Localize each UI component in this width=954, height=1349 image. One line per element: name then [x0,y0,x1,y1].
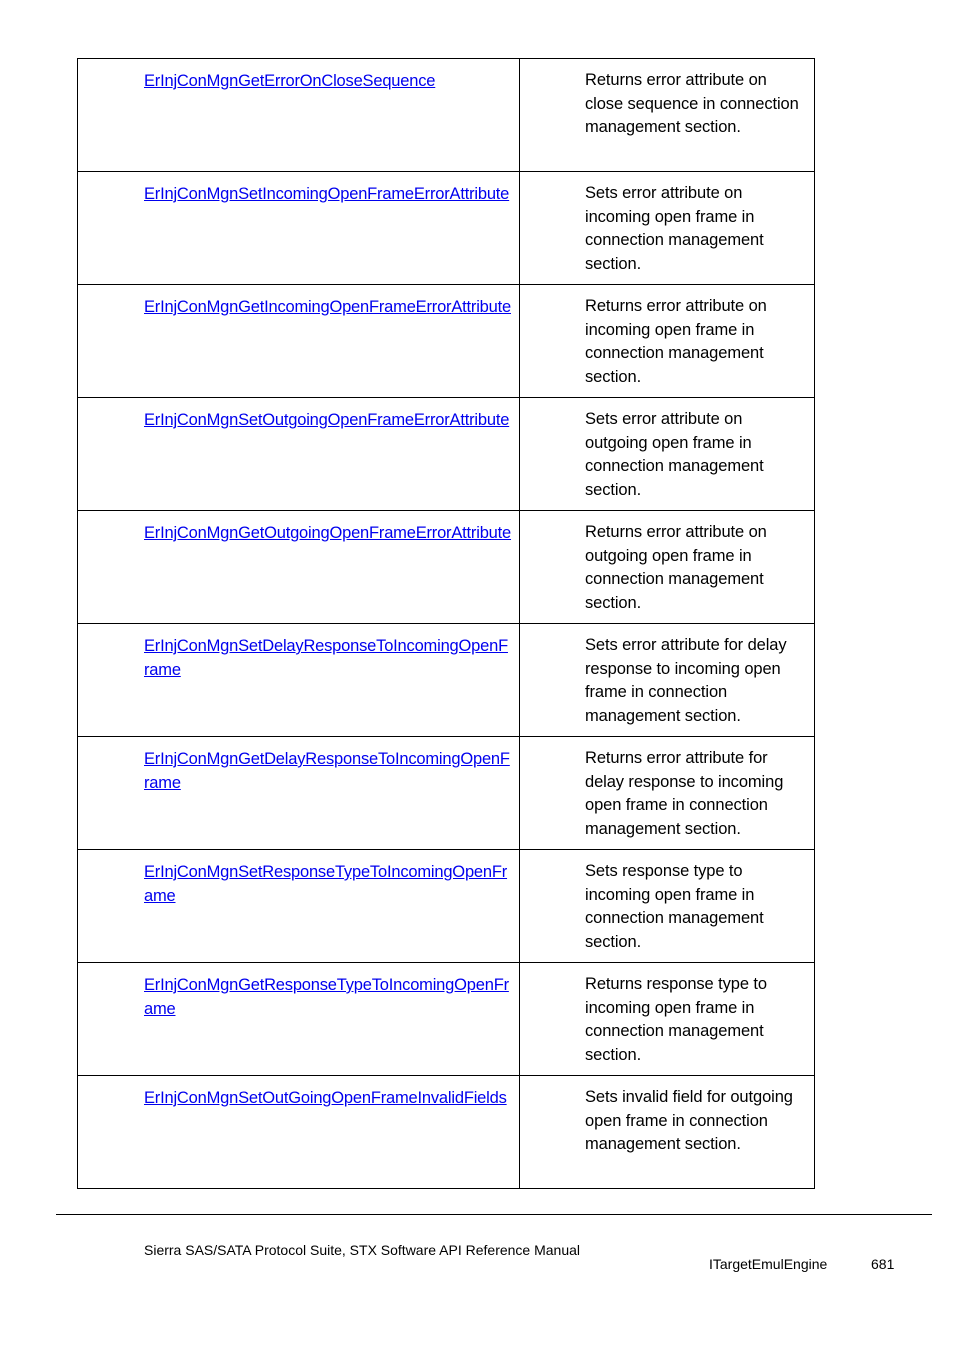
table-row: ErInjConMgnGetIncomingOpenFrameErrorAttr… [77,284,815,398]
footer-page-number: 681 [871,1256,895,1272]
function-cell: ErInjConMgnGetOutgoingOpenFrameErrorAttr… [77,510,520,624]
description-cell: Sets error attribute for delay response … [519,623,815,737]
table-row: ErInjConMgnSetOutgoingOpenFrameErrorAttr… [77,397,815,511]
table-row: ErInjConMgnGetErrorOnCloseSequence Return… [77,58,815,172]
description-cell: Returns error attribute on incoming open… [519,284,815,398]
footer-divider [56,1214,932,1215]
description-cell: Returns error attribute on close sequenc… [519,58,815,172]
function-link[interactable]: ErInjConMgnGetErrorOnCloseSequence [144,69,511,93]
function-description: Returns error attribute on outgoing open… [585,523,767,612]
table-row: ErInjConMgnGetDelayResponseToIncomingOpe… [77,736,815,850]
function-link[interactable]: ErInjConMgnSetIncomingOpenFrameErrorAttr… [144,182,511,206]
function-cell: ErInjConMgnGetDelayResponseToIncomingOpe… [77,736,520,850]
function-description: Returns response type to incoming open f… [585,975,767,1064]
table-row: ErInjConMgnSetResponseTypeToIncomingOpen… [77,849,815,963]
function-cell: ErInjConMgnSetOutGoingOpenFrameInvalidFi… [77,1075,520,1189]
function-link[interactable]: ErInjConMgnGetDelayResponseToIncomingOpe… [144,747,511,795]
function-link[interactable]: ErInjConMgnSetOutgoingOpenFrameErrorAttr… [144,408,511,432]
function-cell: ErInjConMgnSetDelayResponseToIncomingOpe… [77,623,520,737]
table-row: ErInjConMgnGetOutgoingOpenFrameErrorAttr… [77,510,815,624]
table-row: ErInjConMgnSetOutGoingOpenFrameInvalidFi… [77,1075,815,1189]
table-row: ErInjConMgnSetIncomingOpenFrameErrorAttr… [77,171,815,285]
api-function-table: ErInjConMgnGetErrorOnCloseSequence Return… [77,58,815,1189]
table-row: ErInjConMgnGetResponseTypeToIncomingOpen… [77,962,815,1076]
function-link[interactable]: ErInjConMgnSetResponseTypeToIncomingOpen… [144,860,511,908]
description-cell: Sets error attribute on incoming open fr… [519,171,815,285]
description-cell: Sets invalid field for outgoing open fra… [519,1075,815,1189]
function-description: Sets invalid field for outgoing open fra… [585,1088,793,1153]
function-cell: ErInjConMgnSetIncomingOpenFrameErrorAttr… [77,171,520,285]
function-cell: ErInjConMgnSetResponseTypeToIncomingOpen… [77,849,520,963]
function-description: Sets error attribute on incoming open fr… [585,184,764,273]
function-description: Sets response type to incoming open fram… [585,862,764,951]
footer-section-name: ITargetEmulEngine [709,1256,828,1272]
function-description: Sets error attribute on outgoing open fr… [585,410,764,499]
function-description: Returns error attribute for delay respon… [585,749,784,838]
function-link[interactable]: ErInjConMgnGetIncomingOpenFrameErrorAttr… [144,295,511,319]
function-description: Sets error attribute for delay response … [585,636,787,725]
footer-manual-title: Sierra SAS/SATA Protocol Suite, STX Soft… [144,1242,581,1258]
description-cell: Returns error attribute for delay respon… [519,736,815,850]
function-cell: ErInjConMgnGetResponseTypeToIncomingOpen… [77,962,520,1076]
function-link[interactable]: ErInjConMgnGetResponseTypeToIncomingOpen… [144,973,511,1021]
function-cell: ErInjConMgnSetOutgoingOpenFrameErrorAttr… [77,397,520,511]
function-description: Returns error attribute on close sequenc… [585,71,799,136]
description-cell: Sets error attribute on outgoing open fr… [519,397,815,511]
function-link[interactable]: ErInjConMgnSetOutGoingOpenFrameInvalidFi… [144,1086,511,1110]
function-description: Returns error attribute on incoming open… [585,297,767,386]
table-row: ErInjConMgnSetDelayResponseToIncomingOpe… [77,623,815,737]
function-cell: ErInjConMgnGetIncomingOpenFrameErrorAttr… [77,284,520,398]
function-link[interactable]: ErInjConMgnSetDelayResponseToIncomingOpe… [144,634,511,682]
description-cell: Sets response type to incoming open fram… [519,849,815,963]
description-cell: Returns error attribute on outgoing open… [519,510,815,624]
description-cell: Returns response type to incoming open f… [519,962,815,1076]
function-cell: ErInjConMgnGetErrorOnCloseSequence [77,58,520,172]
function-link[interactable]: ErInjConMgnGetOutgoingOpenFrameErrorAttr… [144,521,511,545]
